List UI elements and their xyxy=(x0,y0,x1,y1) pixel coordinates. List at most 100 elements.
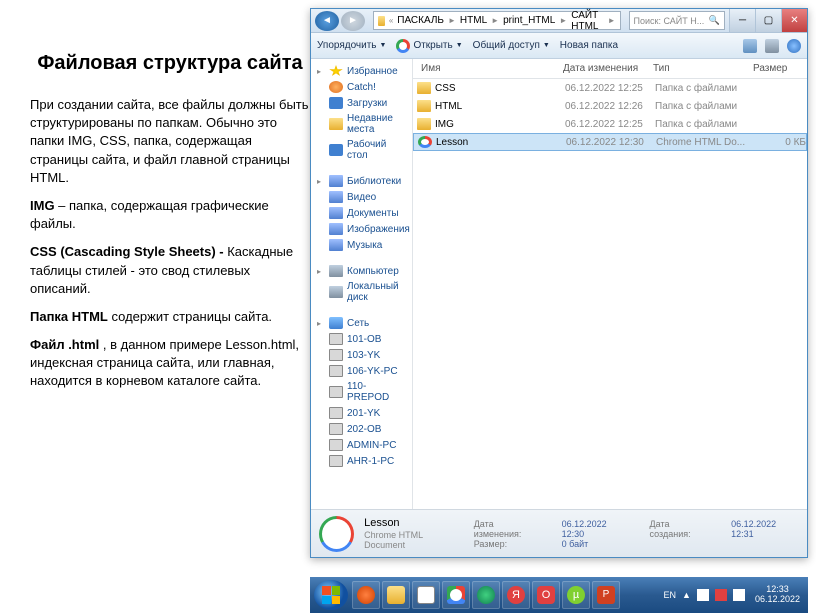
para-3: CSS (Cascading Style Sheets) - Каскадные… xyxy=(30,243,310,298)
close-button[interactable]: ✕ xyxy=(781,9,807,32)
column-headers[interactable]: Имя Дата изменения Тип Размер xyxy=(413,59,807,79)
utorrent-icon: µ xyxy=(567,586,585,604)
tray-icon[interactable] xyxy=(715,589,727,601)
tray-icon[interactable] xyxy=(697,589,709,601)
sidebar-item[interactable]: 201-YK xyxy=(311,405,412,421)
sidebar-item[interactable]: Изображения xyxy=(311,221,412,237)
folder-icon xyxy=(417,100,431,112)
toolbar: Упорядочить▼ Открыть▼ Общий доступ▼ Нова… xyxy=(311,33,807,59)
pc-icon xyxy=(329,439,343,451)
sidebar-item[interactable]: 106-YK-PC xyxy=(311,363,412,379)
sidebar-item[interactable]: 103-YK xyxy=(311,347,412,363)
volume-icon[interactable] xyxy=(733,589,745,601)
help-icon[interactable] xyxy=(787,39,801,53)
video-icon xyxy=(329,191,343,203)
network-icon xyxy=(329,317,343,329)
sidebar-computer[interactable]: ▸Компьютер xyxy=(311,263,412,279)
sidebar-favorites[interactable]: ▸Избранное xyxy=(311,63,412,79)
windows-logo-icon xyxy=(322,586,340,604)
language-indicator[interactable]: EN xyxy=(664,590,677,600)
open-button[interactable]: Открыть▼ xyxy=(396,39,462,53)
share-button[interactable]: Общий доступ▼ xyxy=(473,40,550,51)
app-icon xyxy=(417,586,435,604)
sidebar-item[interactable]: Видео xyxy=(311,189,412,205)
powerpoint-icon: P xyxy=(597,586,615,604)
disk-icon xyxy=(329,286,343,298)
organize-button[interactable]: Упорядочить▼ xyxy=(317,40,386,51)
newfolder-button[interactable]: Новая папка xyxy=(560,40,618,51)
para-5: Файл .html , в данном примере Lesson.htm… xyxy=(30,336,310,391)
search-input[interactable]: Поиск: САЙТ H... 🔍 xyxy=(629,11,725,30)
taskbar-app[interactable]: Я xyxy=(502,581,530,609)
app-icon xyxy=(357,586,375,604)
clock[interactable]: 12:33 06.12.2022 xyxy=(751,585,804,605)
folder-icon xyxy=(378,16,385,26)
minimize-button[interactable]: ─ xyxy=(729,9,755,32)
taskbar-app[interactable]: µ xyxy=(562,581,590,609)
taskbar-app[interactable]: P xyxy=(592,581,620,609)
taskbar-app[interactable] xyxy=(352,581,380,609)
taskbar-app[interactable] xyxy=(382,581,410,609)
sidebar-item[interactable]: Загрузки xyxy=(311,95,412,111)
pc-icon xyxy=(329,333,343,345)
taskbar-app[interactable] xyxy=(442,581,470,609)
folder-icon xyxy=(387,586,405,604)
sidebar-item[interactable]: 110-PREPOD xyxy=(311,379,412,405)
library-icon xyxy=(329,175,343,187)
system-tray[interactable]: EN ▲ 12:33 06.12.2022 xyxy=(664,585,804,605)
images-icon xyxy=(329,223,343,235)
sidebar-item[interactable]: Документы xyxy=(311,205,412,221)
taskbar: Я O µ P EN ▲ 12:33 06.12.2022 xyxy=(310,577,808,613)
pc-icon xyxy=(329,407,343,419)
page-title: Файловая структура сайта xyxy=(30,50,310,76)
search-icon: 🔍 xyxy=(709,15,720,26)
para-4: Папка HTML содержит страницы сайта. xyxy=(30,308,310,326)
catch-icon xyxy=(329,81,343,93)
file-row[interactable]: CSS 06.12.2022 12:25 Папка с файлами xyxy=(413,79,807,97)
taskbar-app[interactable] xyxy=(412,581,440,609)
sidebar-item[interactable]: Недавние места xyxy=(311,111,412,137)
sidebar-network[interactable]: ▸Сеть xyxy=(311,315,412,331)
pc-icon xyxy=(329,386,343,398)
nav-forward-button[interactable]: ► xyxy=(341,11,365,31)
sidebar-item[interactable]: ADMIN-PC xyxy=(311,437,412,453)
para-2: IMG – папка, содержащая графические файл… xyxy=(30,197,310,233)
sidebar-item[interactable]: Catch! xyxy=(311,79,412,95)
sidebar-libraries[interactable]: ▸Библиотеки xyxy=(311,173,412,189)
sidebar-item[interactable]: 101-ОВ xyxy=(311,331,412,347)
sidebar-item[interactable]: 202-ОВ xyxy=(311,421,412,437)
tray-flag-icon[interactable]: ▲ xyxy=(682,590,691,600)
music-icon xyxy=(329,239,343,251)
file-row[interactable]: Lesson 06.12.2022 12:30 Chrome HTML Do..… xyxy=(413,133,807,151)
nav-back-button[interactable]: ◄ xyxy=(315,11,339,31)
yandex-icon: Я xyxy=(507,586,525,604)
sidebar-item[interactable]: Рабочий стол xyxy=(311,137,412,163)
details-pane: Lesson Chrome HTML Document Дата изменен… xyxy=(311,509,807,557)
preview-icon[interactable] xyxy=(765,39,779,53)
explorer-window: ◄ ► « ПАСКАЛЬ► HTML► print_HTML► САЙТ HT… xyxy=(310,8,808,558)
taskbar-app[interactable] xyxy=(472,581,500,609)
sidebar: ▸Избранное Catch! Загрузки Недавние мест… xyxy=(311,59,413,509)
file-row[interactable]: HTML 06.12.2022 12:26 Папка с файлами xyxy=(413,97,807,115)
chrome-icon xyxy=(418,136,432,148)
maximize-button[interactable]: ▢ xyxy=(755,9,781,32)
titlebar: ◄ ► « ПАСКАЛЬ► HTML► print_HTML► САЙТ HT… xyxy=(311,9,807,33)
address-bar[interactable]: « ПАСКАЛЬ► HTML► print_HTML► САЙТ HTML► xyxy=(373,11,621,30)
details-name: Lesson xyxy=(364,517,464,529)
file-row[interactable]: IMG 06.12.2022 12:25 Папка с файлами xyxy=(413,115,807,133)
sidebar-item[interactable]: Локальный диск xyxy=(311,279,412,305)
star-icon xyxy=(329,65,343,77)
start-button[interactable] xyxy=(314,580,348,610)
pc-icon xyxy=(329,349,343,361)
pc-icon xyxy=(329,423,343,435)
sidebar-item[interactable]: Музыка xyxy=(311,237,412,253)
taskbar-app[interactable]: O xyxy=(532,581,560,609)
pc-icon xyxy=(329,365,343,377)
view-icon[interactable] xyxy=(743,39,757,53)
sidebar-item[interactable]: AHR-1-PC xyxy=(311,453,412,469)
edge-icon xyxy=(477,586,495,604)
opera-icon: O xyxy=(537,586,555,604)
pc-icon xyxy=(329,455,343,467)
recent-icon xyxy=(329,118,343,130)
downloads-icon xyxy=(329,97,343,109)
